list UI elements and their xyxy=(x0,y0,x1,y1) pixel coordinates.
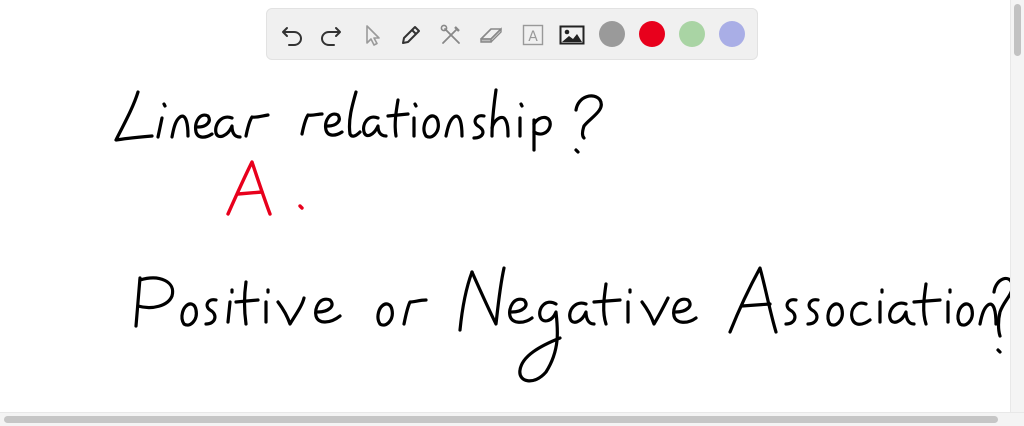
undo-icon xyxy=(282,27,303,46)
handwriting-layer xyxy=(114,88,1014,383)
horizontal-scrollbar[interactable] xyxy=(0,412,1024,426)
ink-text-line2: Positive or Negative Association? xyxy=(0,0,1,1)
color-swatch-red[interactable] xyxy=(639,21,665,47)
tools-button[interactable] xyxy=(434,18,468,52)
color-swatch-purple[interactable] xyxy=(719,21,745,47)
undo-button[interactable] xyxy=(275,18,309,52)
horizontal-scrollbar-thumb[interactable] xyxy=(4,416,998,423)
text-icon-glyph: A xyxy=(528,29,538,45)
ink-line-positive-or-negative xyxy=(134,266,1014,383)
color-swatch-gray[interactable] xyxy=(599,21,625,47)
redo-icon xyxy=(320,27,341,46)
image-tool-button[interactable] xyxy=(555,18,589,52)
vertical-scrollbar[interactable] xyxy=(1010,0,1024,412)
tools-icon xyxy=(440,24,460,44)
ink-text-answer: A. xyxy=(0,0,1,1)
select-tool-button[interactable] xyxy=(355,18,389,52)
whiteboard-canvas[interactable]: Linear relationship? A. Positive or Nega… xyxy=(0,0,1024,426)
drawing-toolbar: A xyxy=(266,8,758,60)
pointer-icon xyxy=(366,25,380,46)
ink-text-line1: Linear relationship? xyxy=(0,0,1,1)
image-icon xyxy=(559,25,585,45)
vertical-scrollbar-thumb[interactable] xyxy=(1014,4,1021,56)
ink-answer-a xyxy=(226,160,304,216)
text-tool-button[interactable]: A xyxy=(516,18,550,52)
eraser-icon xyxy=(480,27,502,43)
eraser-tool-button[interactable] xyxy=(474,18,508,52)
color-swatch-green[interactable] xyxy=(679,21,705,47)
ink-line-linear-relationship xyxy=(114,88,603,154)
text-icon: A xyxy=(522,24,544,46)
pen-icon xyxy=(402,26,420,44)
redo-button[interactable] xyxy=(314,18,348,52)
pen-tool-button[interactable] xyxy=(394,18,428,52)
